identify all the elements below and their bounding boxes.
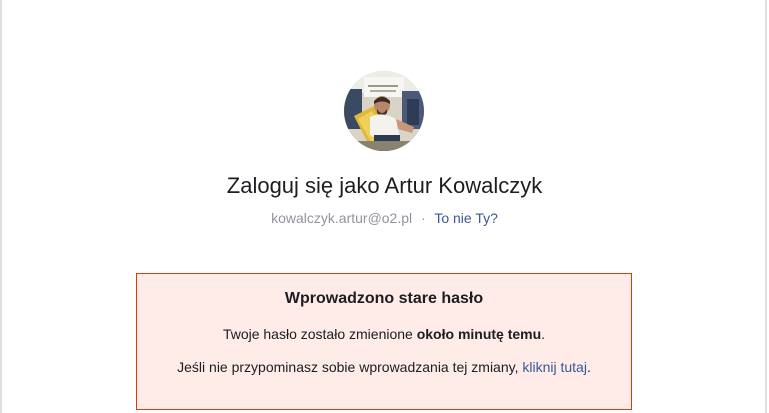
alert-line2-prefix: Jeśli nie przypominasz sobie wprowadzani… (177, 359, 523, 375)
account-info-line: kowalczyk.artur@o2.pl · To nie Ty? (0, 209, 769, 227)
alert-line1-prefix: Twoje hasło zostało zmienione (222, 326, 417, 342)
alert-line1-suffix: . (541, 326, 546, 342)
login-title: Zaloguj się jako Artur Kowalczyk (226, 173, 543, 198)
profile-avatar (344, 71, 424, 151)
old-password-alert: Wprowadzono stare hasło Twoje hasło zost… (136, 273, 632, 410)
alert-line2-suffix: . (586, 359, 591, 375)
alert-help-text: Jeśli nie przypominasz sobie wprowadzani… (137, 358, 631, 376)
account-email: kowalczyk.artur@o2.pl (271, 210, 413, 226)
alert-title: Wprowadzono stare hasło (284, 290, 484, 307)
profile-photo-image (344, 71, 424, 151)
page-left-border (0, 0, 2, 413)
page-right-border (765, 0, 767, 413)
separator-dot: · (421, 210, 426, 226)
alert-time-ago: około minutę temu (416, 326, 542, 342)
alert-password-changed-text: Twoje hasło zostało zmienione około minu… (137, 325, 631, 343)
not-you-link[interactable]: To nie Ty? (434, 210, 498, 226)
click-here-link[interactable]: kliknij tutaj (522, 359, 587, 375)
